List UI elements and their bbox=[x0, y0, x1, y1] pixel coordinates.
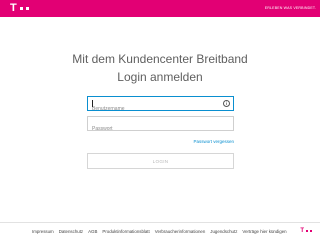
footer-link-agb[interactable]: AGB bbox=[88, 229, 97, 234]
logo-dot bbox=[306, 230, 308, 232]
logo-dot bbox=[19, 7, 23, 10]
footer: Impressum Datenschutz AGB Produktinforma… bbox=[0, 226, 320, 236]
page-title-line-2: Login anmelden bbox=[117, 70, 203, 84]
username-field[interactable]: i bbox=[87, 96, 234, 116]
info-icon[interactable]: i bbox=[223, 100, 230, 107]
login-button[interactable]: LOGIN bbox=[87, 153, 234, 169]
footer-link-jugendschutz[interactable]: Jugendschutz bbox=[210, 229, 237, 234]
page-title: Mit dem Kundencenter Breitband Login anm… bbox=[50, 50, 270, 86]
telekom-logo[interactable]: T bbox=[10, 2, 29, 15]
password-field[interactable] bbox=[87, 116, 234, 136]
telekom-logo-letter: T bbox=[10, 2, 17, 14]
footer-link-kuendigen[interactable]: Verträge hier kündigen bbox=[242, 229, 286, 234]
footer-divider bbox=[0, 222, 320, 223]
logo-dot bbox=[25, 7, 29, 10]
forgot-password-link[interactable]: Passwort vergessen bbox=[193, 138, 234, 145]
footer-link-datenschutz[interactable]: Datenschutz bbox=[59, 229, 83, 234]
password-input[interactable] bbox=[88, 122, 233, 136]
footer-logo-letter: T bbox=[300, 228, 304, 234]
footer-link-verbraucherinformationen[interactable]: Verbraucherinformationen bbox=[155, 229, 206, 234]
slogan-link[interactable]: ERLEBEN WAS VERBINDET. bbox=[265, 4, 316, 13]
footer-link-impressum[interactable]: Impressum bbox=[32, 229, 54, 234]
top-bar: T ERLEBEN WAS VERBINDET. bbox=[0, 0, 320, 17]
footer-telekom-logo: T bbox=[300, 228, 312, 234]
logo-dot bbox=[310, 230, 312, 232]
page-title-line-1: Mit dem Kundencenter Breitband bbox=[72, 52, 248, 66]
footer-link-produktinformationsblatt[interactable]: Produktinformationsblatt bbox=[102, 229, 149, 234]
username-input[interactable] bbox=[88, 102, 233, 116]
